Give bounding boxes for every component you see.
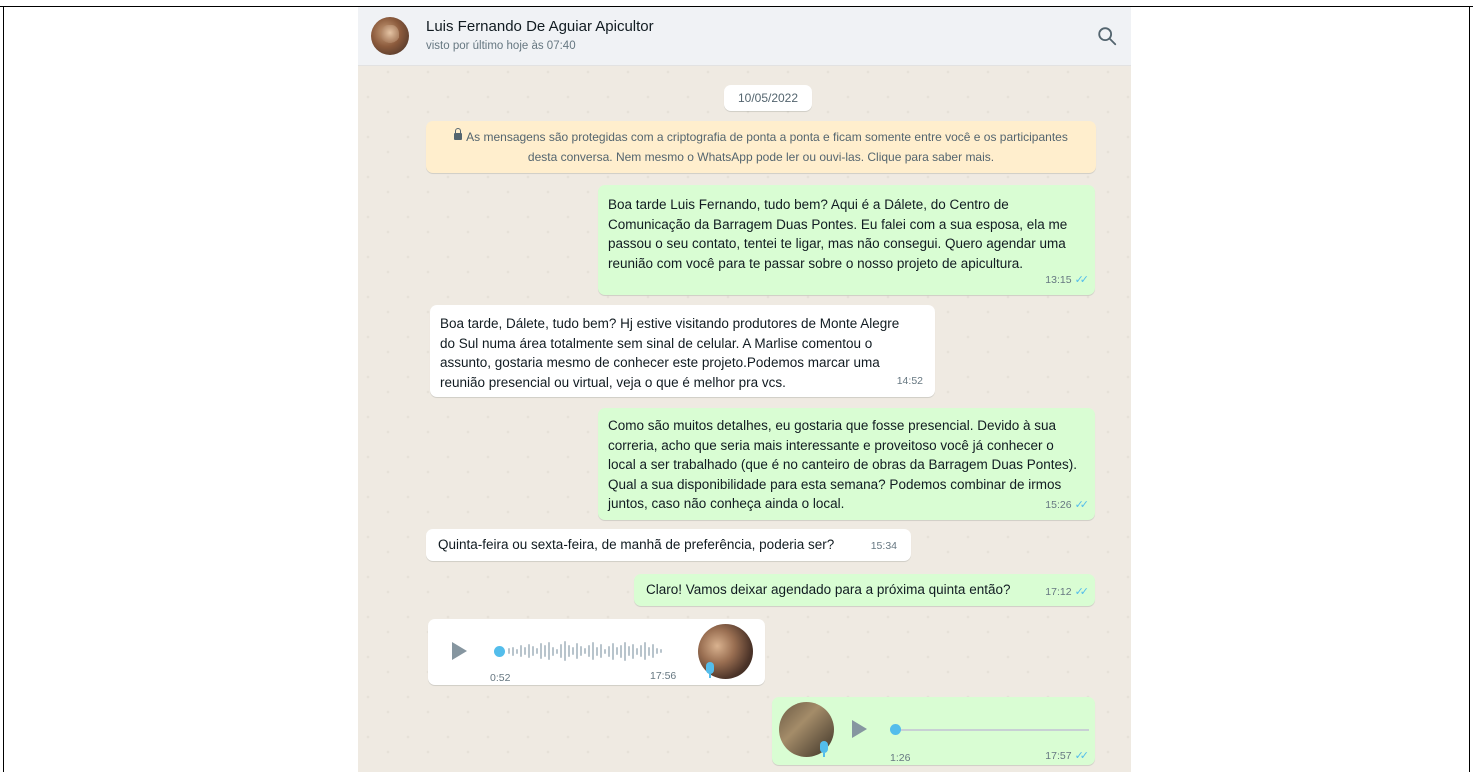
voice-progress-handle[interactable] <box>890 724 901 735</box>
message-time: 17:12 <box>1045 585 1072 598</box>
voice-duration: 1:26 <box>890 752 911 764</box>
voice-progress-track[interactable] <box>894 729 1089 731</box>
double-check-icon: ✓✓ <box>1074 750 1090 762</box>
double-check-icon: ✓✓ <box>1074 273 1090 286</box>
message-time: 17:57 <box>1045 750 1072 762</box>
message-text: Quinta-feira ou sexta-feira, de manhã de… <box>438 537 835 552</box>
message-time: 15:26 <box>1045 498 1072 511</box>
message-bubble-outgoing[interactable]: Boa tarde Luis Fernando, tudo bem? Aqui … <box>598 185 1095 295</box>
frame-left-border <box>3 6 4 772</box>
message-bubble-incoming[interactable]: Quinta-feira ou sexta-feira, de manhã de… <box>426 529 911 561</box>
encryption-text-line2: desta conversa. Nem mesmo o WhatsApp pod… <box>527 150 995 164</box>
double-check-icon: ✓✓ <box>1074 585 1090 598</box>
voice-message-incoming[interactable]: 0:52 17:56 <box>428 619 765 685</box>
frame-right-border <box>1469 6 1470 772</box>
mic-icon <box>706 662 714 678</box>
message-text: Boa tarde, Dálete, tudo bem? Hj estive v… <box>440 316 900 390</box>
chat-header[interactable]: Luis Fernando De Aguiar Apicultor visto … <box>358 7 1131 66</box>
message-bubble-incoming[interactable]: Boa tarde, Dálete, tudo bem? Hj estive v… <box>430 305 935 397</box>
voice-progress-handle[interactable] <box>494 646 505 657</box>
message-time: 17:56 <box>650 670 677 682</box>
message-time: 14:52 <box>896 374 923 387</box>
lock-icon <box>454 128 463 140</box>
mic-icon <box>820 741 828 757</box>
voice-waveform[interactable] <box>508 639 662 663</box>
last-seen-status: visto por último hoje às 07:40 <box>426 40 576 52</box>
message-text: Claro! Vamos deixar agendado para a próx… <box>646 582 1011 597</box>
search-icon[interactable] <box>1096 25 1118 47</box>
message-time: 13:15 <box>1045 273 1072 286</box>
play-icon[interactable] <box>852 720 867 738</box>
message-bubble-outgoing[interactable]: Como são muitos detalhes, eu gostaria qu… <box>598 408 1095 520</box>
chat-panel: Luis Fernando De Aguiar Apicultor visto … <box>358 7 1131 772</box>
date-separator: 10/05/2022 <box>724 85 812 111</box>
contact-name[interactable]: Luis Fernando De Aguiar Apicultor <box>426 18 654 35</box>
message-bubble-outgoing[interactable]: Claro! Vamos deixar agendado para a próx… <box>634 574 1095 606</box>
voice-message-outgoing[interactable]: 1:26 17:57 ✓✓ <box>772 697 1095 765</box>
double-check-icon: ✓✓ <box>1074 498 1090 511</box>
voice-duration: 0:52 <box>490 672 511 684</box>
play-icon[interactable] <box>452 642 467 660</box>
encryption-notice[interactable]: As mensagens são protegidas com a cripto… <box>426 121 1096 173</box>
encryption-text-line1: As mensagens são protegidas com a cripto… <box>466 130 1068 144</box>
message-text: Boa tarde Luis Fernando, tudo bem? Aqui … <box>608 197 1068 271</box>
message-text: Como são muitos detalhes, eu gostaria qu… <box>608 418 1078 511</box>
message-time: 15:34 <box>870 539 897 552</box>
contact-avatar[interactable] <box>371 17 409 55</box>
